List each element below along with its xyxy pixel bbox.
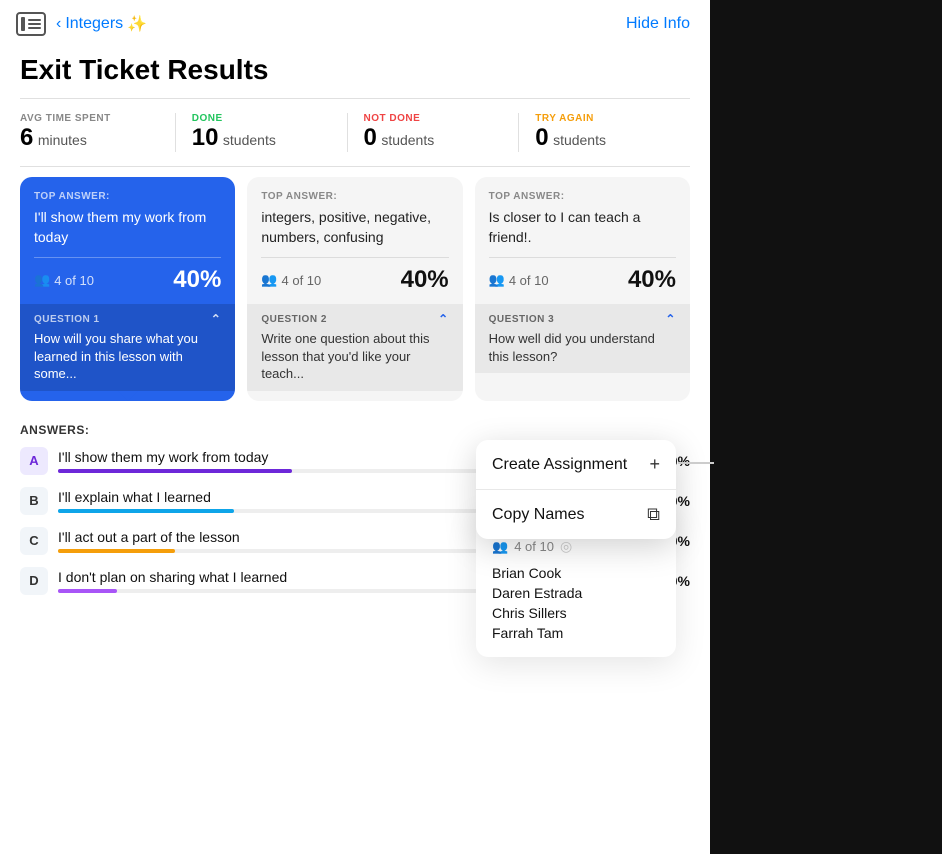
student-brian: Brian Cook <box>492 563 660 583</box>
answer-letter-a: A <box>20 447 48 475</box>
card-3-stats: 👥 4 of 10 40% <box>475 258 690 304</box>
student-farrah: Farrah Tam <box>492 623 660 643</box>
card-3-top-label: TOP ANSWER: <box>489 191 676 202</box>
right-panel <box>710 0 942 854</box>
plus-icon: + <box>649 454 660 475</box>
connector-line <box>678 462 714 464</box>
card-2-qtext: Write one question about this lesson tha… <box>261 330 448 383</box>
answers-label: ANSWERS: <box>20 423 690 437</box>
question-card-1[interactable]: TOP ANSWER: I'll show them my work from … <box>20 177 235 401</box>
dropdown-popup: Create Assignment + Copy Names ⧉ <box>476 440 676 539</box>
create-assignment-item[interactable]: Create Assignment + <box>476 440 676 489</box>
question-card-3[interactable]: TOP ANSWER: Is closer to I can teach a f… <box>475 177 690 401</box>
stat-done: DONE 10 students <box>176 113 348 152</box>
answer-bar-b <box>58 509 234 513</box>
create-assignment-label: Create Assignment <box>492 456 627 474</box>
chevron-up-icon: ⌃ <box>211 312 222 326</box>
card-2-stats: 👥 4 of 10 40% <box>247 258 462 304</box>
chevron-up-icon-2: ⌃ <box>438 312 449 326</box>
card-1-top-label: TOP ANSWER: <box>34 191 221 202</box>
card-2-qnum: QUESTION 2 ⌃ <box>261 312 448 326</box>
chevron-left-icon: ‹ <box>56 15 61 33</box>
card-2-top-label: TOP ANSWER: <box>261 191 448 202</box>
people-icon-3: 👥 <box>489 272 505 288</box>
student-daren: Daren Estrada <box>492 583 660 603</box>
people-icon-2: 👥 <box>261 272 277 288</box>
people-icon: 👥 <box>34 272 50 288</box>
answer-letter-d: D <box>20 567 48 595</box>
tooltip-arrow <box>118 391 138 401</box>
copy-names-label: Copy Names <box>492 506 584 524</box>
card-1-top: TOP ANSWER: I'll show them my work from … <box>20 177 235 257</box>
chevron-up-icon-3: ⌃ <box>665 312 676 326</box>
card-3-percent: 40% <box>628 266 676 294</box>
stat-avg-label: AVG TIME SPENT <box>20 113 159 124</box>
student-chris: Chris Sillers <box>492 603 660 623</box>
card-3-students: 👥 4 of 10 <box>489 272 549 288</box>
card-3-qnum: QUESTION 3 ⌃ <box>489 312 676 326</box>
card-2-top: TOP ANSWER: integers, positive, negative… <box>247 177 462 257</box>
back-link[interactable]: ‹ Integers ✨ <box>56 14 147 34</box>
hide-info-button[interactable]: Hide Info <box>626 15 690 33</box>
circle-icon: ◎ <box>560 538 572 555</box>
back-label: Integers <box>65 15 123 33</box>
card-1-top-answer: I'll show them my work from today <box>34 208 221 247</box>
stat-not-done-value: 0 students <box>364 124 503 152</box>
question-card-2[interactable]: TOP ANSWER: integers, positive, negative… <box>247 177 462 401</box>
students-count: 4 of 10 <box>514 539 554 554</box>
answer-bar-d <box>58 589 117 593</box>
sparkle-icon: ✨ <box>127 14 147 34</box>
card-1-students: 👥 4 of 10 <box>34 272 94 288</box>
copy-names-item[interactable]: Copy Names ⧉ <box>476 490 676 539</box>
card-3-qtext: How well did you understand this lesson? <box>489 330 676 365</box>
card-1-stats: 👥 4 of 10 40% <box>20 258 235 304</box>
students-count-row: 👥 4 of 10 ◎ <box>492 538 660 555</box>
card-1-bottom: QUESTION 1 ⌃ How will you share what you… <box>20 304 235 391</box>
card-2-students: 👥 4 of 10 <box>261 272 321 288</box>
card-3-top: TOP ANSWER: Is closer to I can teach a f… <box>475 177 690 257</box>
card-2-percent: 40% <box>401 266 449 294</box>
card-1-qtext: How will you share what you learned in t… <box>34 330 221 383</box>
stat-not-done: NOT DONE 0 students <box>348 113 520 152</box>
page-title: Exit Ticket Results <box>0 46 710 98</box>
stat-try-again-value: 0 students <box>535 124 674 152</box>
toggle-line <box>28 27 41 29</box>
main-panel: ‹ Integers ✨ Hide Info Exit Ticket Resul… <box>0 0 710 854</box>
toggle-bar <box>21 17 25 31</box>
stat-done-label: DONE <box>192 113 331 124</box>
card-1-qnum: QUESTION 1 ⌃ <box>34 312 221 326</box>
stat-avg-value: 6 minutes <box>20 124 159 152</box>
stat-try-again-label: TRY AGAIN <box>535 113 674 124</box>
toggle-lines <box>28 19 41 29</box>
stat-done-value: 10 students <box>192 124 331 152</box>
stats-row: AVG TIME SPENT 6 minutes DONE 10 student… <box>0 99 710 166</box>
header-left: ‹ Integers ✨ <box>16 12 147 36</box>
stat-avg-time: AVG TIME SPENT 6 minutes <box>20 113 176 152</box>
card-3-bottom: QUESTION 3 ⌃ How well did you understand… <box>475 304 690 373</box>
questions-row: TOP ANSWER: I'll show them my work from … <box>0 167 710 411</box>
header: ‹ Integers ✨ Hide Info <box>0 0 710 46</box>
stat-try-again: TRY AGAIN 0 students <box>519 113 690 152</box>
sidebar-toggle-button[interactable] <box>16 12 46 36</box>
people-icon-students: 👥 <box>492 539 508 555</box>
toggle-line <box>28 19 41 21</box>
card-3-top-answer: Is closer to I can teach a friend!. <box>489 208 676 247</box>
copy-icon: ⧉ <box>647 504 660 525</box>
card-2-bottom: QUESTION 2 ⌃ Write one question about th… <box>247 304 462 391</box>
card-1-percent: 40% <box>173 266 221 294</box>
answer-letter-c: C <box>20 527 48 555</box>
answer-bar-c <box>58 549 175 553</box>
card-2-top-answer: integers, positive, negative, numbers, c… <box>261 208 448 247</box>
toggle-line <box>28 23 41 25</box>
answer-bar-a <box>58 469 292 473</box>
answer-letter-b: B <box>20 487 48 515</box>
stat-not-done-label: NOT DONE <box>364 113 503 124</box>
